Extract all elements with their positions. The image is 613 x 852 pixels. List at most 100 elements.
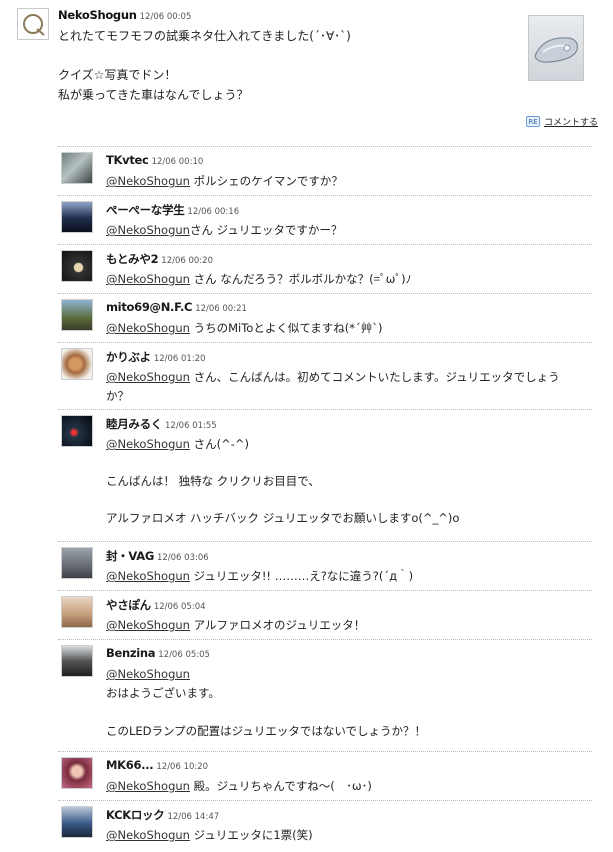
reply-line-text: さん(^-^) xyxy=(189,437,250,451)
reply-meta: かりぶよ 12/06 01:20 xyxy=(106,349,206,365)
reply-line-text: 殿。ジュリちゃんですね〜( ･ω･) xyxy=(189,779,372,793)
reply-avatar[interactable] xyxy=(61,806,93,838)
reply-line xyxy=(106,454,586,473)
reply-timestamp: 12/06 00:16 xyxy=(187,207,240,217)
comment-link[interactable]: コメントする xyxy=(544,118,598,128)
reply-timestamp: 12/06 01:55 xyxy=(165,421,217,431)
reply-avatar[interactable] xyxy=(61,348,93,380)
reply-item: かりぶよ 12/06 01:20 @NekoShogun さん、こんばんは。初めて… xyxy=(58,342,592,409)
reply-item: Benzina 12/06 05:05 @NekoShogun おはようございます… xyxy=(58,639,592,751)
reply-timestamp: 12/06 14:47 xyxy=(167,812,220,822)
reply-line: @NekoShogun うちのMiToとよく似てますね(*´艸`) xyxy=(106,319,586,338)
reply-meta: MK66... 12/06 10:20 xyxy=(106,758,208,772)
reply-meta: もとみや2 12/06 00:20 xyxy=(106,251,213,267)
reply-meta: やさぽん 12/06 05:04 xyxy=(106,597,206,613)
reply-item: やさぽん 12/06 05:04 @NekoShogun アルファロメオのジュリエ… xyxy=(58,590,592,639)
reply-text: @NekoShogun うちのMiToとよく似てますね(*´艸`) xyxy=(106,319,586,338)
mention-link[interactable]: @NekoShogun xyxy=(106,779,190,793)
reply-timestamp: 12/06 00:20 xyxy=(161,256,213,266)
reply-avatar[interactable] xyxy=(61,547,93,579)
mention-link[interactable]: @NekoShogun xyxy=(106,569,190,583)
mention-link[interactable]: @NekoShogun xyxy=(106,370,190,384)
reply-line: @NekoShogun xyxy=(106,665,586,684)
reply-text: @NekoShogun さん なんだろう？ボルボルかな？(=ﾟωﾟ)ﾉ xyxy=(106,270,586,289)
reply-line-text: アルファロメオのジュリエッタ！ xyxy=(189,618,366,632)
reply-text: @NekoShogun さん(^-^) こんばんは！ 独特な クリクリお目目で、… xyxy=(106,435,586,528)
reply-icon[interactable]: RE xyxy=(525,116,540,127)
reply-item: もとみや2 12/06 00:20 @NekoShogun さん なんだろう？ボル… xyxy=(58,244,592,293)
reply-meta: TKvtec 12/06 00:10 xyxy=(106,153,203,167)
post-username[interactable]: NekoShogun xyxy=(58,8,137,22)
reply-timestamp: 12/06 01:20 xyxy=(153,354,206,364)
reply-item: KCKロック 12/06 14:47 @NekoShogun ジュリエッタに1票(… xyxy=(58,800,592,849)
reply-username[interactable]: やさぽん xyxy=(106,598,151,612)
reply-text: @NekoShogun ジュリエッタ!! ………え?なに違う?(´д｀) xyxy=(106,567,586,586)
reply-item: MK66... 12/06 10:20 @NekoShogun 殿。ジュリちゃんで… xyxy=(58,751,592,800)
reply-username[interactable]: ぺーぺーな学生 xyxy=(106,203,185,217)
post-line: クイズ☆写真でドン！ xyxy=(58,68,177,82)
reply-line-text: ポルシェのケイマンですか？ xyxy=(189,174,343,188)
mention-link[interactable]: @NekoShogun xyxy=(106,828,190,842)
reply-text: @NekoShogun ジュリエッタに1票(笑) xyxy=(106,826,586,845)
reply-line-text: ジュリエッタ!! ………え?なに違う?(´д｀) xyxy=(189,569,414,583)
reply-line: @NekoShogun さん(^-^) xyxy=(106,435,586,454)
post-text: とれたてモフモフの試乗ネタ仕入れてきました(´･∀･`) クイズ☆写真でドン！ … xyxy=(58,27,498,105)
reply-avatar[interactable] xyxy=(61,201,93,233)
reply-avatar[interactable] xyxy=(61,250,93,282)
reply-username[interactable]: 封・VAG xyxy=(106,549,154,563)
reply-avatar[interactable] xyxy=(61,645,93,677)
reply-username[interactable]: もとみや2 xyxy=(106,252,159,266)
reply-line-text: うちのMiToとよく似てますね(*´艸`) xyxy=(189,321,383,335)
mention-link[interactable]: @NekoShogun xyxy=(106,618,190,632)
mention-link[interactable]: @NekoShogun xyxy=(106,223,190,237)
reply-username[interactable]: 睦月みるく xyxy=(106,417,162,431)
reply-line: @NekoShogun アルファロメオのジュリエッタ！ xyxy=(106,616,586,635)
reply-text: @NekoShogun ポルシェのケイマンですか？ xyxy=(106,172,586,191)
reply-username[interactable]: TKvtec xyxy=(106,153,149,167)
reply-username[interactable]: mito69@N.F.C xyxy=(106,300,193,314)
reply-meta: KCKロック 12/06 14:47 xyxy=(106,807,219,823)
reply-avatar[interactable] xyxy=(61,596,93,628)
mention-link[interactable]: @NekoShogun xyxy=(106,174,190,188)
reply-line: アルファロメオ ハッチバック ジュリエッタでお願いしますo(^_^)o xyxy=(106,511,460,525)
reply-avatar[interactable] xyxy=(61,152,93,184)
reply-line-text: さん なんだろう？ボルボルかな？(=ﾟωﾟ)ﾉ xyxy=(189,272,412,286)
mention-link[interactable]: @NekoShogun xyxy=(106,272,190,286)
reply-text: @NekoShogun おはようございます。 このLEDランプの配置はジュリエッ… xyxy=(106,665,586,741)
reply-line xyxy=(106,703,586,722)
reply-line: @NekoShogun さん なんだろう？ボルボルかな？(=ﾟωﾟ)ﾉ xyxy=(106,270,586,289)
reply-item: 封・VAG 12/06 03:06 @NekoShogun ジュリエッタ!! ……… xyxy=(58,541,592,590)
mention-link[interactable]: @NekoShogun xyxy=(106,321,190,335)
reply-line: @NekoShogun ジュリエッタ!! ………え?なに違う?(´д｀) xyxy=(106,567,586,586)
post-line: とれたてモフモフの試乗ネタ仕入れてきました(´･∀･`) xyxy=(58,29,351,43)
post-header: NekoShogun 12/06 00:05 xyxy=(58,8,191,22)
comment-action[interactable]: RE コメントする xyxy=(525,115,598,128)
post-line xyxy=(58,47,498,67)
post-timestamp: 12/06 00:05 xyxy=(139,12,192,22)
reply-line: @NekoShogun 殿。ジュリちゃんですね〜( ･ω･) xyxy=(106,777,586,796)
reply-line: おはようございます。 xyxy=(106,686,220,700)
reply-timestamp: 12/06 03:06 xyxy=(156,553,209,563)
reply-username[interactable]: KCKロック xyxy=(106,808,165,822)
post-line: 私が乗ってきた車はなんでしょう？ xyxy=(58,87,249,102)
reply-line-text: さん、こんばんは。初めてコメントいたします。ジュリエッタでしょう xyxy=(189,370,560,384)
user-avatar[interactable] xyxy=(17,8,49,40)
reply-avatar[interactable] xyxy=(61,299,93,331)
post-photo[interactable] xyxy=(528,15,584,81)
reply-list: TKvtec 12/06 00:10 @NekoShogun ポルシェのケイマンで… xyxy=(58,146,592,849)
reply-text: @NekoShogun 殿。ジュリちゃんですね〜( ･ω･) xyxy=(106,777,586,796)
reply-username[interactable]: MK66... xyxy=(106,758,154,772)
reply-avatar[interactable] xyxy=(61,757,93,789)
reply-avatar[interactable] xyxy=(61,415,93,447)
reply-username[interactable]: Benzina xyxy=(106,646,156,660)
mention-link[interactable]: @NekoShogun xyxy=(106,667,190,681)
reply-text: @NekoShogunさん ジュリエッタですかー？ xyxy=(106,221,586,240)
reply-line: か？ xyxy=(106,388,129,403)
reply-username[interactable]: かりぶよ xyxy=(106,350,151,364)
reply-meta: ぺーぺーな学生 12/06 00:16 xyxy=(106,202,239,218)
reply-timestamp: 12/06 05:04 xyxy=(153,602,206,612)
mention-link[interactable]: @NekoShogun xyxy=(106,437,190,451)
reply-item: 睦月みるく 12/06 01:55 @NekoShogun さん(^-^) こんば… xyxy=(58,409,592,541)
reply-item: ぺーぺーな学生 12/06 00:16 @NekoShogunさん ジュリエッタで… xyxy=(58,195,592,244)
reply-line: @NekoShogunさん ジュリエッタですかー？ xyxy=(106,221,586,240)
